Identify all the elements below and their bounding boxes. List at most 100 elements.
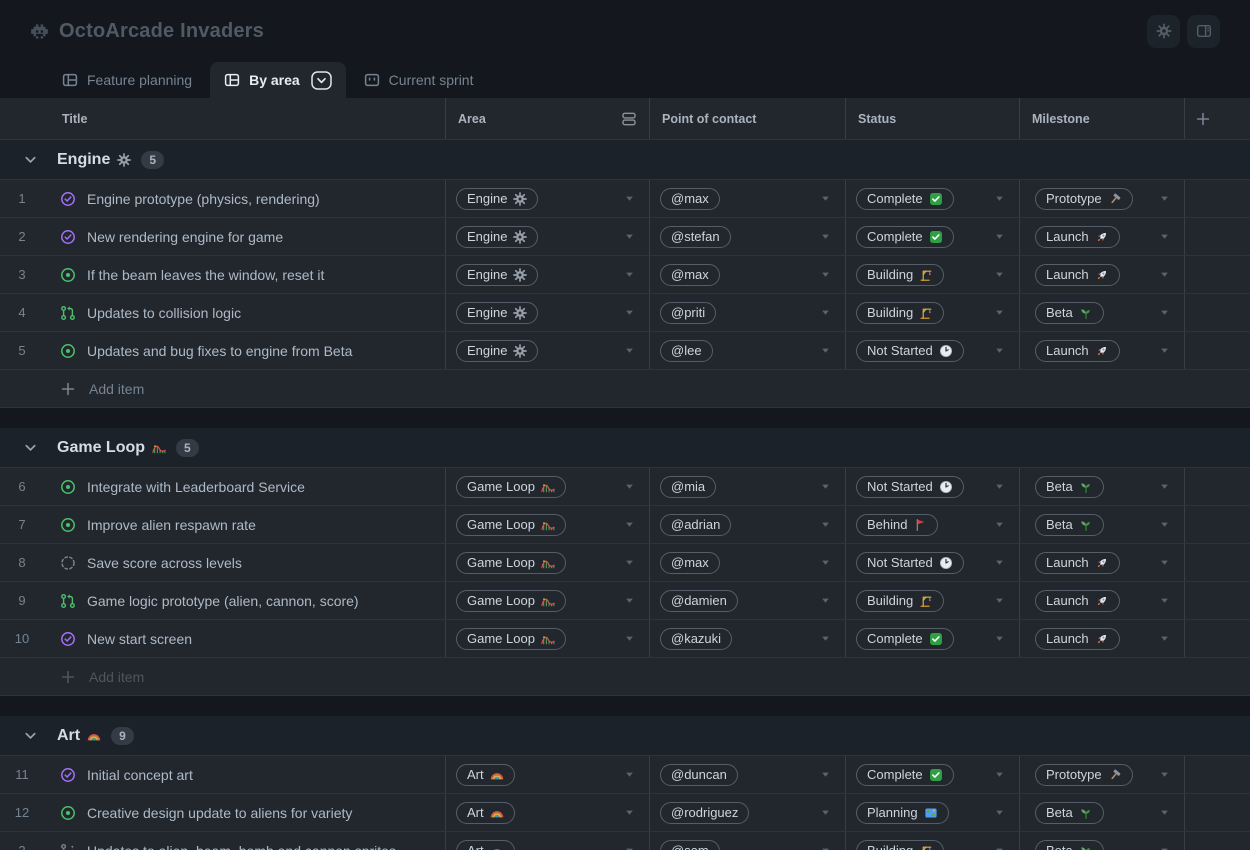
status-pill[interactable]: Planning	[856, 802, 949, 824]
status-pill[interactable]: Building	[856, 264, 944, 286]
status-cell[interactable]: Building	[846, 256, 1020, 293]
status-cell[interactable]: Not Started	[846, 544, 1020, 581]
contact-pill[interactable]: @lee	[660, 340, 713, 362]
contact-cell[interactable]: @duncan	[650, 756, 846, 793]
title-cell[interactable]: Improve alien respawn rate	[44, 506, 446, 543]
column-header-area[interactable]: Area	[446, 98, 650, 139]
contact-pill[interactable]: @stefan	[660, 226, 731, 248]
column-header-status[interactable]: Status	[846, 98, 1020, 139]
area-cell[interactable]: Engine	[446, 218, 650, 255]
milestone-pill[interactable]: Launch	[1035, 590, 1120, 612]
milestone-cell[interactable]: Beta	[1020, 294, 1185, 331]
area-cell[interactable]: Engine	[446, 294, 650, 331]
area-cell[interactable]: Game Loop	[446, 468, 650, 505]
milestone-cell[interactable]: Launch	[1020, 256, 1185, 293]
contact-cell[interactable]: @stefan	[650, 218, 846, 255]
area-cell[interactable]: Engine	[446, 332, 650, 369]
milestone-cell[interactable]: Launch	[1020, 332, 1185, 369]
status-cell[interactable]: Complete	[846, 756, 1020, 793]
milestone-pill[interactable]: Beta	[1035, 840, 1104, 850]
status-cell[interactable]: Building	[846, 582, 1020, 619]
title-cell[interactable]: Initial concept art	[44, 756, 446, 793]
area-cell[interactable]: Game Loop	[446, 582, 650, 619]
contact-pill[interactable]: @damien	[660, 590, 738, 612]
status-cell[interactable]: Behind	[846, 506, 1020, 543]
contact-cell[interactable]: @priti	[650, 294, 846, 331]
status-pill[interactable]: Complete	[856, 188, 954, 210]
area-pill[interactable]: Art	[456, 840, 515, 850]
area-cell[interactable]: Art	[446, 794, 650, 831]
contact-cell[interactable]: @max	[650, 256, 846, 293]
milestone-cell[interactable]: Launch	[1020, 544, 1185, 581]
chevron-down-icon[interactable]	[23, 440, 38, 455]
title-cell[interactable]: Creative design update to aliens for var…	[44, 794, 446, 831]
contact-cell[interactable]: @mia	[650, 468, 846, 505]
chevron-down-icon[interactable]	[23, 728, 38, 743]
title-cell[interactable]: New rendering engine for game	[44, 218, 446, 255]
contact-pill[interactable]: @max	[660, 552, 720, 574]
milestone-pill[interactable]: Beta	[1035, 802, 1104, 824]
status-cell[interactable]: Planning	[846, 794, 1020, 831]
contact-cell[interactable]: @kazuki	[650, 620, 846, 657]
contact-cell[interactable]: @sam	[650, 832, 846, 850]
tab-feature-planning[interactable]: Feature planning	[44, 62, 210, 98]
milestone-pill[interactable]: Launch	[1035, 628, 1120, 650]
status-cell[interactable]: Not Started	[846, 332, 1020, 369]
area-cell[interactable]: Art	[446, 832, 650, 850]
title-cell[interactable]: New start screen	[44, 620, 446, 657]
milestone-pill[interactable]: Launch	[1035, 226, 1120, 248]
column-header-milestone[interactable]: Milestone	[1020, 98, 1185, 139]
contact-pill[interactable]: @max	[660, 264, 720, 286]
contact-pill[interactable]: @kazuki	[660, 628, 732, 650]
title-cell[interactable]: Updates and bug fixes to engine from Bet…	[44, 332, 446, 369]
status-pill[interactable]: Building	[856, 302, 944, 324]
status-pill[interactable]: Complete	[856, 226, 954, 248]
area-pill[interactable]: Art	[456, 764, 515, 786]
status-cell[interactable]: Complete	[846, 180, 1020, 217]
status-pill[interactable]: Complete	[856, 628, 954, 650]
area-pill[interactable]: Game Loop	[456, 476, 566, 498]
tab-current-sprint[interactable]: Current sprint	[346, 62, 492, 98]
area-pill[interactable]: Game Loop	[456, 552, 566, 574]
status-pill[interactable]: Not Started	[856, 552, 964, 574]
status-pill[interactable]: Not Started	[856, 340, 964, 362]
status-cell[interactable]: Building	[846, 294, 1020, 331]
milestone-pill[interactable]: Launch	[1035, 552, 1120, 574]
title-cell[interactable]: If the beam leaves the window, reset it	[44, 256, 446, 293]
area-cell[interactable]: Game Loop	[446, 544, 650, 581]
milestone-pill[interactable]: Beta	[1035, 302, 1104, 324]
area-pill[interactable]: Engine	[456, 264, 538, 286]
milestone-cell[interactable]: Launch	[1020, 582, 1185, 619]
milestone-pill[interactable]: Launch	[1035, 264, 1120, 286]
title-cell[interactable]: Save score across levels	[44, 544, 446, 581]
side-panel-button[interactable]	[1187, 15, 1220, 48]
milestone-cell[interactable]: Beta	[1020, 794, 1185, 831]
settings-button[interactable]	[1147, 15, 1180, 48]
status-pill[interactable]: Complete	[856, 764, 954, 786]
contact-pill[interactable]: @duncan	[660, 764, 738, 786]
area-pill[interactable]: Game Loop	[456, 628, 566, 650]
contact-cell[interactable]: @rodriguez	[650, 794, 846, 831]
milestone-cell[interactable]: Beta	[1020, 832, 1185, 850]
status-cell[interactable]: Complete	[846, 218, 1020, 255]
column-header-contact[interactable]: Point of contact	[650, 98, 846, 139]
column-header-title[interactable]: Title	[0, 98, 446, 139]
milestone-pill[interactable]: Prototype	[1035, 188, 1133, 210]
area-pill[interactable]: Engine	[456, 302, 538, 324]
milestone-pill[interactable]: Beta	[1035, 514, 1104, 536]
area-pill[interactable]: Game Loop	[456, 590, 566, 612]
milestone-pill[interactable]: Prototype	[1035, 764, 1133, 786]
contact-pill[interactable]: @sam	[660, 840, 720, 850]
chevron-down-icon[interactable]	[23, 152, 38, 167]
status-pill[interactable]: Building	[856, 840, 944, 850]
title-cell[interactable]: Engine prototype (physics, rendering)	[44, 180, 446, 217]
tab-by-area[interactable]: By area	[210, 62, 346, 98]
area-cell[interactable]: Engine	[446, 180, 650, 217]
area-pill[interactable]: Game Loop	[456, 514, 566, 536]
status-cell[interactable]: Building	[846, 832, 1020, 850]
milestone-pill[interactable]: Beta	[1035, 476, 1104, 498]
milestone-cell[interactable]: Launch	[1020, 218, 1185, 255]
contact-pill[interactable]: @adrian	[660, 514, 731, 536]
area-cell[interactable]: Engine	[446, 256, 650, 293]
contact-pill[interactable]: @rodriguez	[660, 802, 749, 824]
